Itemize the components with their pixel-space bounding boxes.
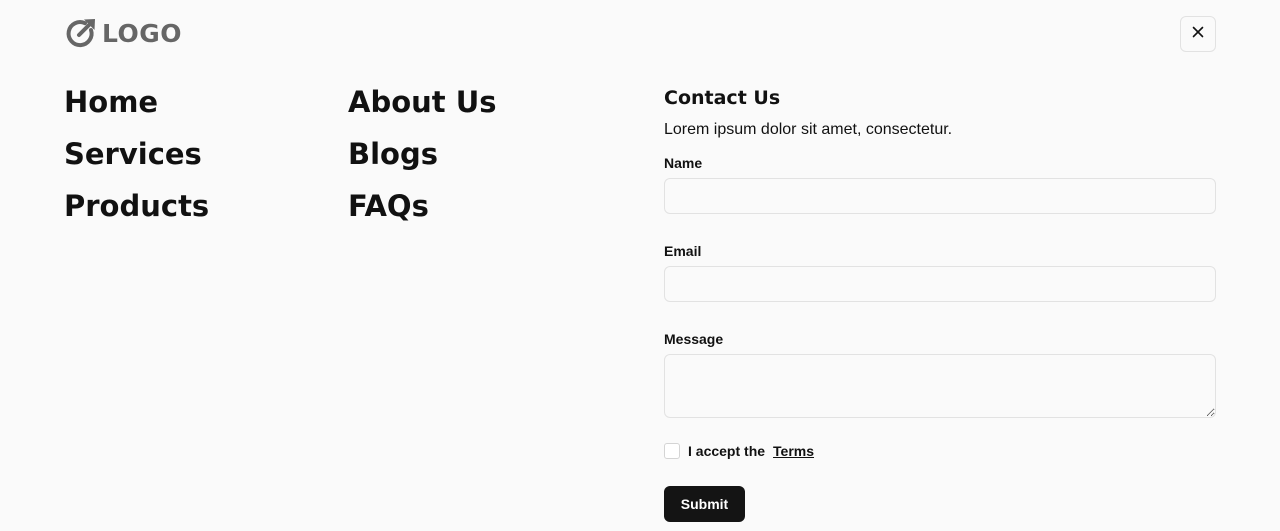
nav-link-blogs[interactable]: Blogs bbox=[348, 136, 497, 188]
message-textarea[interactable] bbox=[664, 354, 1216, 418]
logo-text: LOGO bbox=[102, 18, 183, 48]
logo[interactable]: LOGO bbox=[64, 16, 182, 50]
arrow-circle-icon bbox=[64, 16, 98, 50]
nav-link-products[interactable]: Products bbox=[64, 188, 209, 240]
terms-text: I accept the bbox=[688, 443, 766, 459]
submit-button[interactable]: Submit bbox=[664, 486, 745, 522]
name-label: Name bbox=[664, 155, 703, 171]
name-input[interactable] bbox=[664, 178, 1216, 214]
nav-column-1: Home Services Products bbox=[64, 84, 209, 240]
email-label: Email bbox=[664, 243, 702, 259]
email-input[interactable] bbox=[664, 266, 1216, 302]
nav-column-2: About Us Blogs FAQs bbox=[348, 84, 497, 240]
nav-link-faqs[interactable]: FAQs bbox=[348, 188, 497, 240]
nav-link-home[interactable]: Home bbox=[64, 84, 209, 136]
contact-description: Lorem ipsum dolor sit amet, consectetur. bbox=[664, 121, 953, 138]
contact-title: Contact Us bbox=[664, 87, 781, 109]
close-icon bbox=[1192, 25, 1204, 43]
menu-overlay: LOGO Home Services Products About Us Blo… bbox=[0, 0, 1280, 531]
close-button[interactable] bbox=[1180, 16, 1216, 52]
nav-link-about-us[interactable]: About Us bbox=[348, 84, 497, 136]
nav-link-services[interactable]: Services bbox=[64, 136, 209, 188]
terms-checkbox[interactable] bbox=[664, 443, 680, 459]
terms-row: I accept the Terms bbox=[664, 442, 1216, 460]
terms-link[interactable]: Terms bbox=[773, 443, 814, 459]
message-label: Message bbox=[664, 331, 724, 347]
contact-form: Contact Us Lorem ipsum dolor sit amet, c… bbox=[664, 86, 1216, 522]
